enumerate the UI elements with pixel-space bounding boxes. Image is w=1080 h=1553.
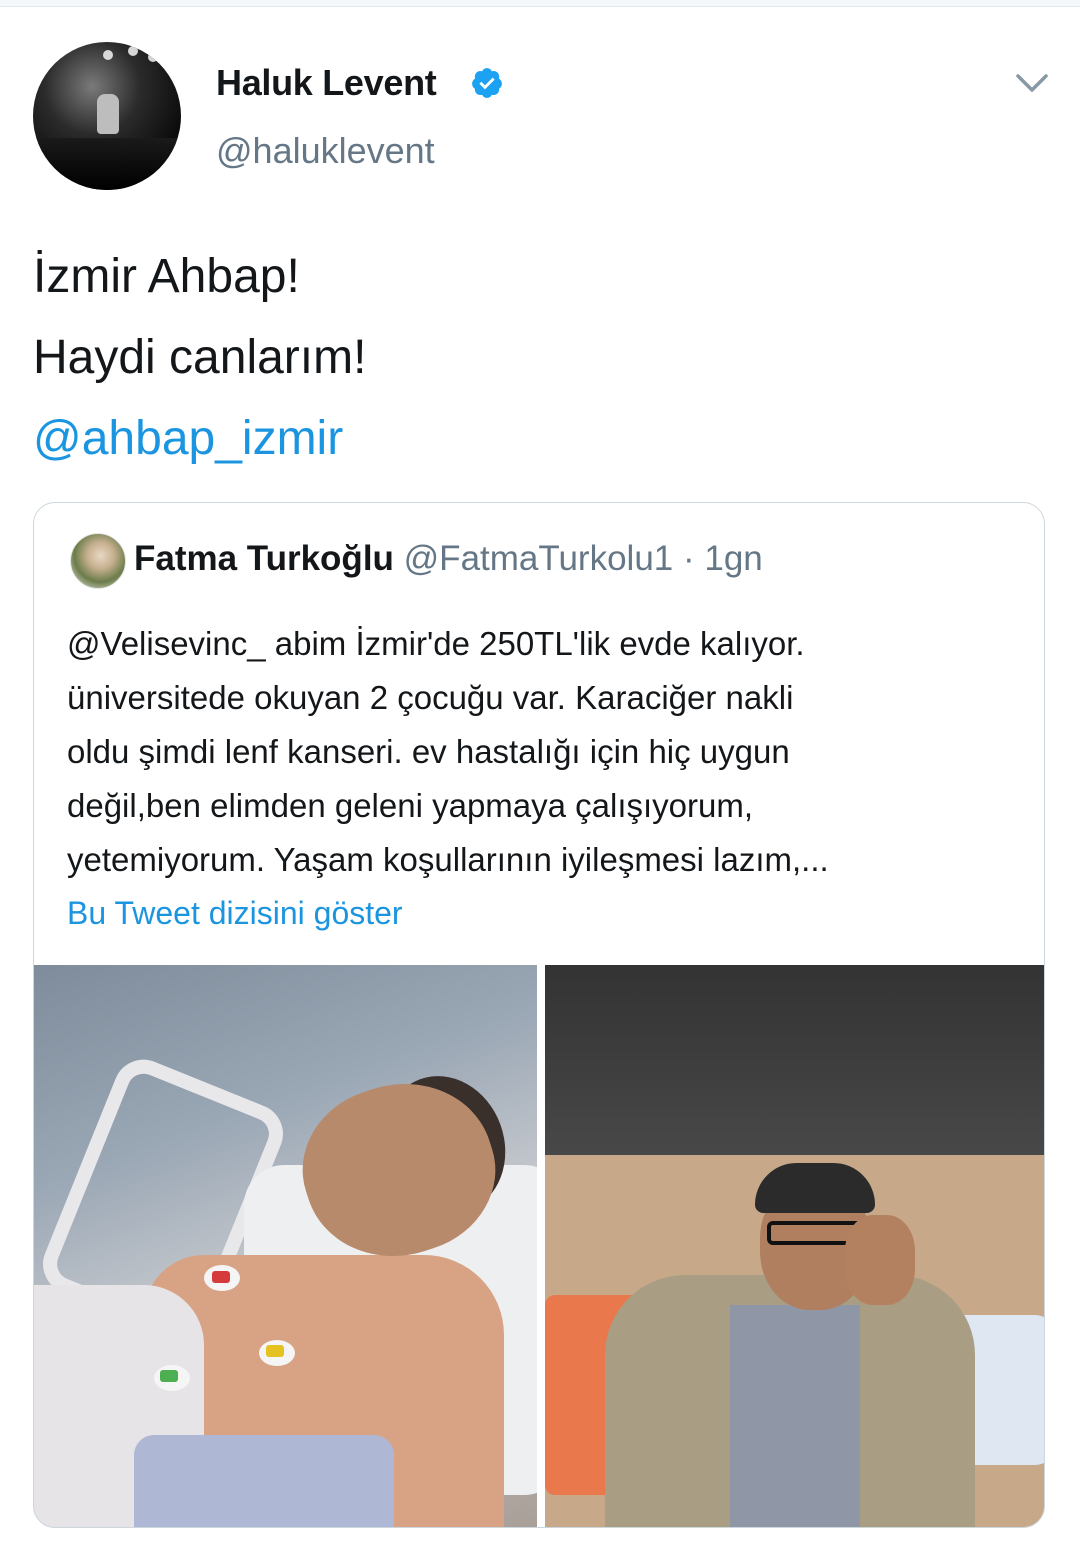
quoted-tweet-header: Fatma Turkoğlu @FatmaTurkolu1 · 1gn [134,539,763,579]
show-thread-link[interactable]: Bu Tweet dizisini göster [67,895,403,932]
quoted-text-line: üniversitede okuyan 2 çocuğu var. Karaci… [67,679,794,716]
man-shirt [730,1305,860,1527]
quoted-text-line: oldu şimdi lenf kanseri. ev hastalığı iç… [67,733,790,770]
tweet-mention-link[interactable]: @ahbap_izmir [33,398,366,479]
author-display-name[interactable]: Haluk Levent [216,62,437,104]
quoted-tweet-card[interactable]: Fatma Turkoğlu @FatmaTurkolu1 · 1gn @Vel… [33,502,1045,1528]
stage-light [103,50,113,60]
ecg-clip [160,1370,178,1382]
stage-light [148,52,158,62]
media-photo-hospital[interactable] [34,965,537,1527]
quoted-text-line: @Velisevinc_ abim İzmir'de 250TL'lik evd… [67,625,805,662]
quoted-text-line: yetemiyorum. Yaşam koşullarının iyileşme… [67,841,829,878]
wall [545,965,1044,1175]
quoted-text-line: değil,ben elimden geleni yapmaya çalışıy… [67,787,754,824]
performer-figure [97,94,119,134]
media-gap [537,965,545,1527]
tweet-line: Haydi canlarım! [33,331,367,384]
header-separator: · [682,539,695,578]
quoted-tweet-time[interactable]: 1gn [704,539,762,578]
ecg-clip [212,1271,230,1283]
crowd-silhouette [33,138,181,190]
media-photo-sofa[interactable] [545,965,1044,1527]
quoted-author-name[interactable]: Fatma Turkoğlu [134,539,394,578]
man-cap [755,1163,875,1213]
chevron-down-icon[interactable] [1014,70,1050,98]
stage-light [128,46,138,56]
author-avatar[interactable] [33,42,181,190]
verified-badge-icon [472,68,502,98]
tweet-line: İzmir Ahbap! [33,250,300,303]
ecg-clip [266,1345,284,1357]
quoted-author-handle[interactable]: @FatmaTurkolu1 [404,539,674,578]
quoted-tweet-text: @Velisevinc_ abim İzmir'de 250TL'lik evd… [67,617,1027,887]
author-handle[interactable]: @haluklevent [216,130,435,172]
quoted-author-avatar[interactable] [70,533,126,589]
top-divider [0,0,1080,7]
man-hand [845,1215,915,1305]
tweet-text: İzmir Ahbap! Haydi canlarım! @ahbap_izmi… [33,236,366,479]
hospital-gown [134,1435,394,1527]
